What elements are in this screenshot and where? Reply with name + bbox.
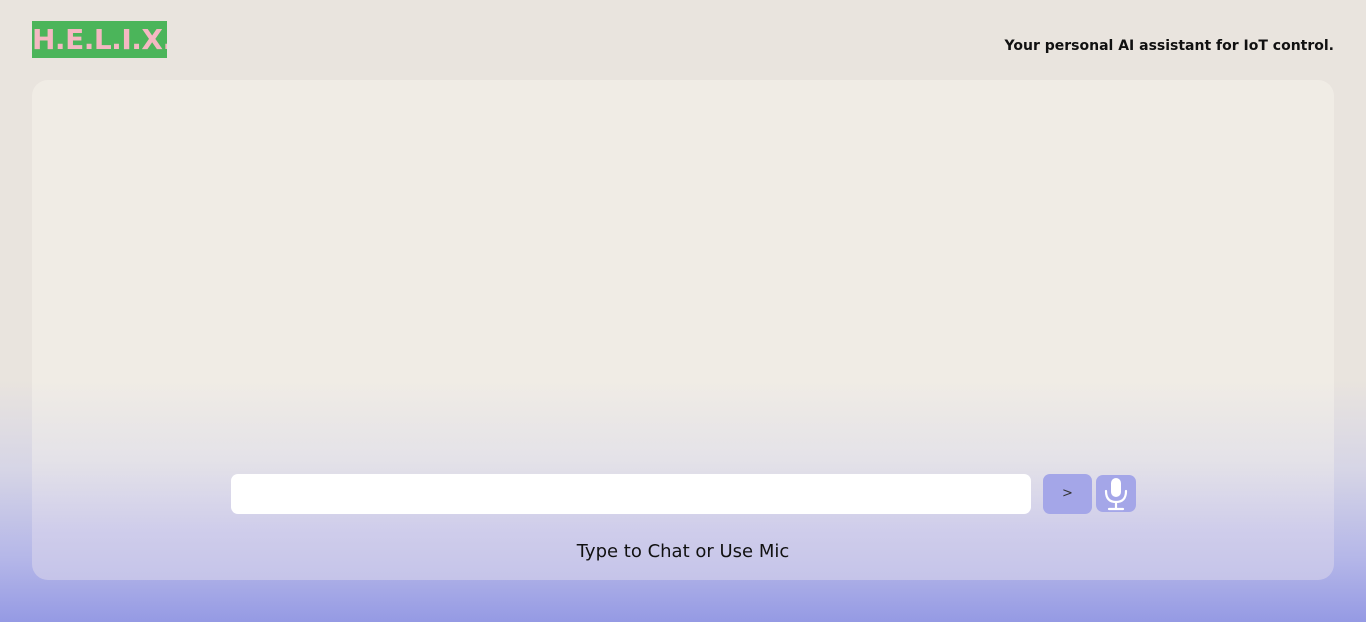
microphone-icon: [1104, 477, 1128, 510]
chat-input[interactable]: [231, 474, 1031, 514]
mic-button[interactable]: [1096, 475, 1136, 512]
chat-hint: Type to Chat or Use Mic: [576, 541, 790, 562]
logo: H.E.L.I.X.: [32, 21, 167, 58]
tagline: Your personal AI assistant for IoT contr…: [1004, 38, 1334, 54]
send-button[interactable]: >: [1043, 474, 1092, 514]
